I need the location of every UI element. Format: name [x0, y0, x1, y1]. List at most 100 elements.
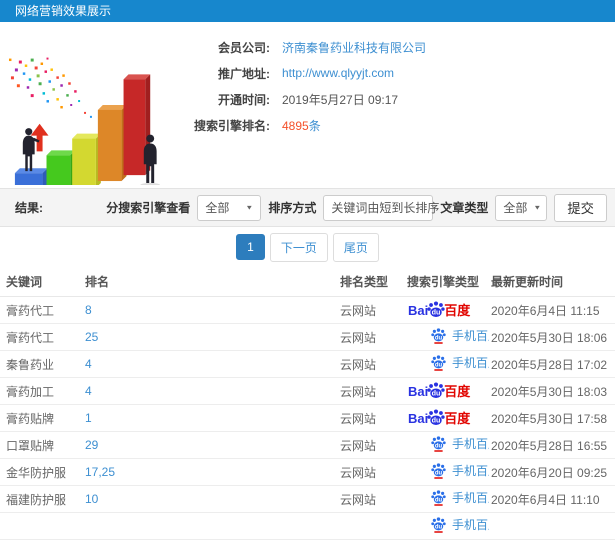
- svg-text:du: du: [432, 416, 441, 425]
- rank-type-cell: 云网站: [340, 465, 377, 480]
- rank-cell[interactable]: 4: [85, 357, 340, 371]
- open-time-label: 开通时间:: [218, 92, 270, 107]
- sort-filter-value: 关键词由短到长排序: [331, 201, 440, 215]
- table-row: 福建防护服 10云网站 du 手机百度2020年6月4日 11:10: [0, 486, 615, 513]
- company-label: 会员公司:: [218, 40, 270, 55]
- mobile-baidu-logo: du 手机百度: [431, 354, 489, 371]
- baidu-paw-icon: du: [431, 463, 446, 479]
- table-row: 膏药代工 25云网站 du 手机百度2020年5月30日 18:06: [0, 324, 615, 351]
- info-row-rank-count: 搜索引擎排名: 4895条: [178, 112, 426, 138]
- rank-cell[interactable]: 8: [85, 303, 340, 317]
- table-row: 秦鲁药业 4云网站 du 手机百度2020年5月28日 17:02: [0, 351, 615, 378]
- page-1-button[interactable]: 1: [236, 234, 265, 260]
- svg-text:du: du: [432, 389, 441, 398]
- keyword-cell: 福建防护服: [6, 492, 67, 507]
- mobile-baidu-label: 手机百度: [452, 329, 489, 343]
- rank-count-unit: 条: [308, 118, 321, 133]
- filter-bar: 结果: 分搜索引擎查看 全部 ▼ 排序方式 关键词由短到长排序 ▼ 文章类型 全…: [0, 188, 615, 227]
- updated-cell: 2020年5月30日 18:03: [491, 384, 608, 399]
- article-type-value: 全部: [503, 201, 528, 215]
- window-titlebar: 网络营销效果展示: [0, 0, 615, 22]
- svg-text:du: du: [435, 497, 443, 503]
- updated-cell: 2020年5月30日 17:58: [491, 411, 608, 426]
- page-title: 网络营销效果展示: [15, 4, 112, 18]
- results-table: 关键词 排名 排名类型 搜索引擎类型 最新更新时间 膏药代工 8 云网站 Bai du 百…: [0, 267, 615, 540]
- engine-cell: du 手机百度: [407, 435, 489, 455]
- summary-panel: 会员公司: 济南秦鲁药业科技有限公司 推广地址: http://www.qlyy…: [0, 22, 615, 188]
- keyword-cell: 秦鲁药业: [6, 357, 55, 372]
- baidu-paw-icon: du: [431, 490, 446, 506]
- bar-chart-illustration: [8, 57, 161, 185]
- mobile-baidu-logo: du 手机百度: [431, 489, 489, 506]
- table-row: 膏药代工 8 云网站 Bai du 百度 2020年6月4日 11:15: [0, 297, 615, 324]
- rank-count-value: 4895条: [282, 117, 321, 134]
- bar-yellow: [72, 133, 101, 185]
- bar-orange: [97, 105, 127, 182]
- pagination: 1 下一页 尾页: [0, 227, 615, 267]
- rank-cell[interactable]: 1: [85, 411, 340, 425]
- updated-cell: 2020年6月4日 11:15: [491, 303, 600, 318]
- sort-filter-select[interactable]: 关键词由短到长排序 ▼: [323, 194, 453, 221]
- table-header-row: 关键词 排名 排名类型 搜索引擎类型 最新更新时间: [0, 267, 615, 297]
- table-row: du 手机百度: [0, 513, 615, 540]
- rank-type-cell: 云网站: [340, 438, 377, 453]
- updated-cell: 2020年5月28日 17:02: [491, 357, 608, 372]
- rank-type-cell: 云网站: [340, 330, 377, 345]
- rank-count-label: 搜索引擎排名:: [194, 118, 270, 133]
- svg-text:du: du: [435, 470, 443, 476]
- rank-cell[interactable]: 10: [85, 492, 340, 506]
- chevron-down-icon: ▼: [245, 203, 254, 212]
- promo-url-link[interactable]: http://www.qlyyjt.com: [282, 66, 394, 80]
- mobile-baidu-logo: du 手机百度: [431, 462, 489, 479]
- rank-cell[interactable]: 25: [85, 330, 340, 344]
- table-row: 膏药贴牌 1 云网站 Bai du 百度 2020年5月30日 17:58: [0, 405, 615, 432]
- promo-url-label: 推广地址:: [218, 66, 270, 81]
- mobile-baidu-label: 手机百度: [452, 356, 489, 370]
- rank-cell[interactable]: 4: [85, 384, 340, 398]
- table-row: 金华防护服 17,25云网站 du 手机百度2020年6月20日 09:25: [0, 459, 615, 486]
- engine-cell: Bai du 百度: [407, 381, 489, 401]
- submit-button[interactable]: 提交: [554, 193, 607, 222]
- header-updated: 最新更新时间: [491, 275, 564, 289]
- rank-cell[interactable]: 17,25: [85, 465, 340, 479]
- rank-type-cell: 云网站: [340, 384, 377, 399]
- engine-cell: du 手机百度: [407, 462, 489, 482]
- bar-green: [46, 150, 76, 185]
- mobile-baidu-label: 手机百度: [452, 518, 489, 532]
- info-row-url: 推广地址: http://www.qlyyjt.com: [178, 60, 426, 86]
- header-rank: 排名: [85, 275, 110, 289]
- keyword-cell: 膏药代工: [6, 330, 55, 345]
- mobile-baidu-logo: du 手机百度: [431, 435, 489, 452]
- company-name-link[interactable]: 济南秦鲁药业科技有限公司: [282, 39, 426, 56]
- rank-type-cell: 云网站: [340, 303, 377, 318]
- baidu-logo: Bai du 百度: [408, 408, 470, 428]
- svg-text:du: du: [435, 443, 443, 449]
- baidu-paw-icon: du: [431, 355, 446, 371]
- chevron-down-icon: ▼: [533, 203, 542, 212]
- engine-filter-label: 分搜索引擎查看: [106, 201, 191, 215]
- info-row-company: 会员公司: 济南秦鲁药业科技有限公司: [178, 34, 426, 60]
- svg-text:du: du: [435, 335, 443, 341]
- rank-type-cell: 云网站: [340, 411, 377, 426]
- rank-type-cell: 云网站: [340, 357, 377, 372]
- engine-cell: du 手机百度: [407, 516, 489, 536]
- rank-type-cell: 云网站: [340, 492, 377, 507]
- header-rank-type: 排名类型: [340, 275, 389, 289]
- last-page-button[interactable]: 尾页: [332, 232, 379, 262]
- baidu-logo: Bai du 百度: [408, 300, 470, 320]
- rank-cell[interactable]: 29: [85, 438, 340, 452]
- baidu-paw-icon: du: [427, 301, 445, 318]
- next-page-button[interactable]: 下一页: [269, 232, 328, 262]
- table-body: 膏药代工 8 云网站 Bai du 百度 2020年6月4日 11:15 膏药代工 25 云网站 d…: [0, 297, 615, 540]
- updated-cell: 2020年6月20日 09:25: [491, 465, 608, 480]
- table-row: 口罩贴牌 29云网站 du 手机百度2020年5月28日 16:55: [0, 432, 615, 459]
- keyword-cell: 膏药代工: [6, 303, 55, 318]
- engine-filter-select[interactable]: 全部 ▼: [197, 194, 262, 221]
- mobile-baidu-label: 手机百度: [452, 464, 489, 478]
- sort-filter-label: 排序方式: [268, 201, 317, 215]
- header-keyword: 关键词: [6, 275, 43, 289]
- mobile-baidu-label: 手机百度: [452, 491, 489, 505]
- article-type-select[interactable]: 全部 ▼: [495, 194, 548, 221]
- result-label: 结果:: [15, 201, 43, 215]
- keyword-cell: 膏药贴牌: [6, 411, 55, 426]
